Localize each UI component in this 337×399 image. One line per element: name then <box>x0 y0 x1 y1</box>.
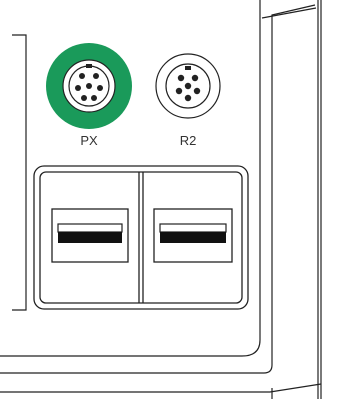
px-label: PX <box>80 133 98 148</box>
usb-port-1[interactable] <box>51 208 129 263</box>
usb-port-2[interactable] <box>153 208 233 263</box>
top-bevel <box>261 7 317 19</box>
r2-connector[interactable] <box>155 53 221 119</box>
key-notch <box>185 66 191 70</box>
usb-tongue-outline <box>159 223 227 233</box>
ledge-2 <box>0 383 322 393</box>
px-connector[interactable] <box>46 43 132 129</box>
key-notch <box>86 64 92 68</box>
r2-label: R2 <box>180 133 197 148</box>
usb-tongue <box>160 232 226 243</box>
usb-tongue-outline <box>57 223 123 233</box>
left-bracket-line <box>12 34 27 311</box>
device-panel-diagram: PX R2 <box>0 0 322 399</box>
usb-tongue <box>58 232 122 243</box>
